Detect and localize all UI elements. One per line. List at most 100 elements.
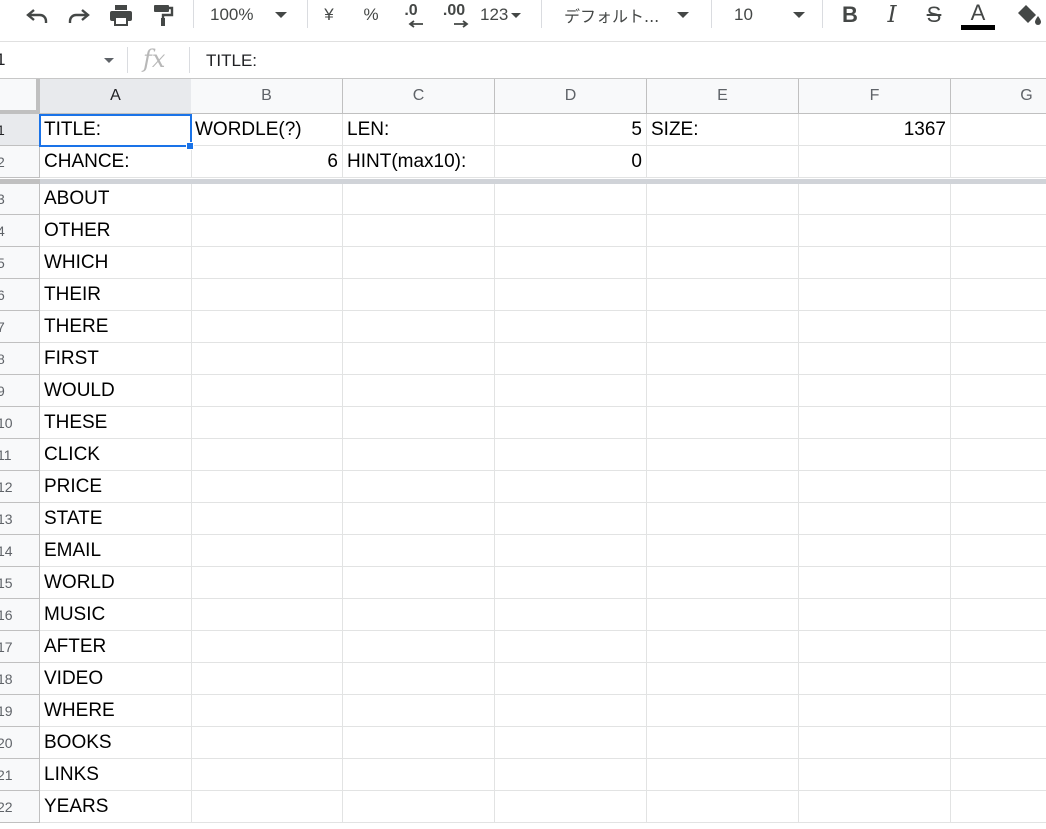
frozen-rows-handle[interactable] bbox=[0, 179, 40, 184]
cell-b1[interactable]: WORDLE(?) bbox=[191, 114, 343, 146]
cell-d5[interactable] bbox=[495, 247, 647, 279]
cell-c8[interactable] bbox=[343, 343, 495, 375]
cell-c21[interactable] bbox=[343, 759, 495, 791]
cell-e21[interactable] bbox=[647, 759, 799, 791]
cell-a17[interactable]: AFTER bbox=[40, 631, 192, 663]
cell-b8[interactable] bbox=[191, 343, 343, 375]
cell-f13[interactable] bbox=[799, 503, 951, 535]
cell-g21[interactable] bbox=[951, 759, 1046, 791]
row-header-7[interactable]: 7 bbox=[0, 311, 40, 343]
cell-f15[interactable] bbox=[799, 567, 951, 599]
cell-d2[interactable]: 0 bbox=[495, 146, 647, 178]
cell-a15[interactable]: WORLD bbox=[40, 567, 192, 599]
cell-a16[interactable]: MUSIC bbox=[40, 599, 192, 631]
cell-g3[interactable] bbox=[951, 183, 1046, 215]
row-header-13[interactable]: 13 bbox=[0, 503, 40, 535]
cell-c20[interactable] bbox=[343, 727, 495, 759]
cell-b7[interactable] bbox=[191, 311, 343, 343]
cell-b10[interactable] bbox=[191, 407, 343, 439]
cell-a8[interactable]: FIRST bbox=[40, 343, 192, 375]
cell-b13[interactable] bbox=[191, 503, 343, 535]
cell-b5[interactable] bbox=[191, 247, 343, 279]
cell-d3[interactable] bbox=[495, 183, 647, 215]
cell-e1[interactable]: SIZE: bbox=[647, 114, 799, 146]
cell-c12[interactable] bbox=[343, 471, 495, 503]
cell-b21[interactable] bbox=[191, 759, 343, 791]
cell-e22[interactable] bbox=[647, 791, 799, 823]
cell-g16[interactable] bbox=[951, 599, 1046, 631]
cell-a14[interactable]: EMAIL bbox=[40, 535, 192, 567]
select-all-corner[interactable] bbox=[0, 79, 40, 114]
cell-c9[interactable] bbox=[343, 375, 495, 407]
fill-handle[interactable] bbox=[186, 142, 194, 150]
cell-c19[interactable] bbox=[343, 695, 495, 727]
zoom-select[interactable]: 100% bbox=[210, 0, 300, 30]
decrease-decimal-button[interactable]: .0 bbox=[396, 0, 426, 30]
cell-g13[interactable] bbox=[951, 503, 1046, 535]
cell-c2[interactable]: HINT(max10): bbox=[343, 146, 495, 178]
cell-d12[interactable] bbox=[495, 471, 647, 503]
frozen-rows-divider[interactable] bbox=[0, 179, 1046, 184]
cell-f22[interactable] bbox=[799, 791, 951, 823]
name-box[interactable]: 1 bbox=[0, 42, 124, 78]
cell-e20[interactable] bbox=[647, 727, 799, 759]
italic-button[interactable]: I bbox=[879, 0, 905, 30]
cell-f19[interactable] bbox=[799, 695, 951, 727]
cell-d21[interactable] bbox=[495, 759, 647, 791]
cell-e2[interactable] bbox=[647, 146, 799, 178]
cell-g6[interactable] bbox=[951, 279, 1046, 311]
cell-b19[interactable] bbox=[191, 695, 343, 727]
cell-c6[interactable] bbox=[343, 279, 495, 311]
cell-e9[interactable] bbox=[647, 375, 799, 407]
cell-d7[interactable] bbox=[495, 311, 647, 343]
cell-b6[interactable] bbox=[191, 279, 343, 311]
row-header-10[interactable]: 10 bbox=[0, 407, 40, 439]
row-header-9[interactable]: 9 bbox=[0, 375, 40, 407]
cell-b9[interactable] bbox=[191, 375, 343, 407]
cell-g18[interactable] bbox=[951, 663, 1046, 695]
percent-format-button[interactable]: % bbox=[358, 0, 384, 30]
cell-b22[interactable] bbox=[191, 791, 343, 823]
cell-f9[interactable] bbox=[799, 375, 951, 407]
row-header-22[interactable]: 22 bbox=[0, 791, 40, 823]
row-header-17[interactable]: 17 bbox=[0, 631, 40, 663]
column-header-c[interactable]: C bbox=[343, 79, 495, 114]
number-format-select[interactable]: 123 bbox=[480, 0, 530, 30]
cell-f1[interactable]: 1367 bbox=[799, 114, 951, 146]
cell-d22[interactable] bbox=[495, 791, 647, 823]
cell-f5[interactable] bbox=[799, 247, 951, 279]
cell-a19[interactable]: WHERE bbox=[40, 695, 192, 727]
cell-e16[interactable] bbox=[647, 599, 799, 631]
column-header-e[interactable]: E bbox=[647, 79, 799, 114]
cell-d19[interactable] bbox=[495, 695, 647, 727]
cell-f6[interactable] bbox=[799, 279, 951, 311]
column-header-g[interactable]: G bbox=[951, 79, 1046, 114]
cell-f2[interactable] bbox=[799, 146, 951, 178]
cell-c15[interactable] bbox=[343, 567, 495, 599]
row-header-14[interactable]: 14 bbox=[0, 535, 40, 567]
cell-a13[interactable]: STATE bbox=[40, 503, 192, 535]
cell-e12[interactable] bbox=[647, 471, 799, 503]
cell-g4[interactable] bbox=[951, 215, 1046, 247]
cell-a9[interactable]: WOULD bbox=[40, 375, 192, 407]
row-header-6[interactable]: 6 bbox=[0, 279, 40, 311]
cell-d18[interactable] bbox=[495, 663, 647, 695]
cell-e8[interactable] bbox=[647, 343, 799, 375]
cell-d9[interactable] bbox=[495, 375, 647, 407]
cell-e3[interactable] bbox=[647, 183, 799, 215]
row-header-16[interactable]: 16 bbox=[0, 599, 40, 631]
cell-f20[interactable] bbox=[799, 727, 951, 759]
cell-b20[interactable] bbox=[191, 727, 343, 759]
cell-c16[interactable] bbox=[343, 599, 495, 631]
cell-d17[interactable] bbox=[495, 631, 647, 663]
cell-b4[interactable] bbox=[191, 215, 343, 247]
cell-g20[interactable] bbox=[951, 727, 1046, 759]
cell-b18[interactable] bbox=[191, 663, 343, 695]
cell-g1[interactable] bbox=[951, 114, 1046, 146]
cell-g9[interactable] bbox=[951, 375, 1046, 407]
cell-a1[interactable]: TITLE: bbox=[40, 114, 192, 146]
cell-b3[interactable] bbox=[191, 183, 343, 215]
row-header-11[interactable]: 11 bbox=[0, 439, 40, 471]
cell-a12[interactable]: PRICE bbox=[40, 471, 192, 503]
fill-color-button[interactable] bbox=[1016, 0, 1046, 30]
